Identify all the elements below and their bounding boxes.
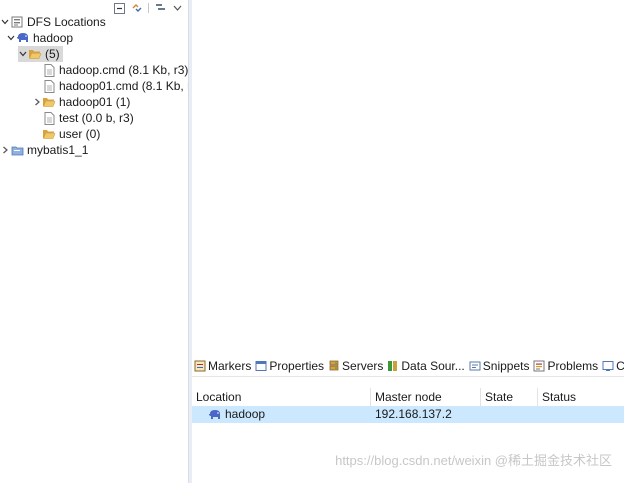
dfs-locations-view: DFS Locations hadoop (5) hadoop.cmd (8.1 Kb… xyxy=(0,0,188,483)
tree-item-label: hadoop01 (1) xyxy=(59,95,131,109)
file-icon xyxy=(42,111,56,125)
hadoop-elephant-icon xyxy=(208,409,222,421)
tree-item[interactable]: hadoop.cmd (8.1 Kb, r3) xyxy=(0,62,188,78)
view-options-button[interactable] xyxy=(154,2,167,15)
tree-item-content: (5) xyxy=(18,46,63,62)
snippets-icon xyxy=(469,360,481,372)
console-icon xyxy=(602,360,614,372)
tab-markers[interactable]: Markers xyxy=(192,356,253,376)
folder-open-icon xyxy=(42,127,56,141)
view-menu-button[interactable] xyxy=(171,2,184,15)
tree-item-content: test (0.0 b, r3) xyxy=(32,110,137,126)
link-icon xyxy=(132,4,141,12)
tree-item[interactable]: user (0) xyxy=(0,126,188,142)
chevron-right-icon[interactable] xyxy=(0,142,10,158)
tab-servers[interactable]: Servers xyxy=(326,356,385,376)
chevron-down-icon[interactable] xyxy=(6,30,16,46)
tree-item-content: hadoop01.cmd (8.1 Kb, r3) xyxy=(32,78,188,94)
tree-item-label: hadoop xyxy=(33,31,74,45)
column-header-state[interactable]: State xyxy=(481,388,538,406)
markers-icon xyxy=(194,360,206,372)
tab-label: Snippets xyxy=(482,359,530,373)
servers-icon xyxy=(328,360,340,372)
tab-label: Data Sour... xyxy=(401,359,465,373)
tree-item[interactable]: mybatis1_1 xyxy=(0,142,188,158)
chevron-right-icon[interactable] xyxy=(32,94,42,110)
dfs-tree: DFS Locations hadoop (5) hadoop.cmd (8.1 Kb… xyxy=(0,14,188,158)
tab-label: Markers xyxy=(208,359,252,373)
tab-data-sour[interactable]: Data Sour... xyxy=(385,356,466,376)
column-header-location[interactable]: Location xyxy=(192,388,371,406)
tree-item-label: test (0.0 b, r3) xyxy=(59,111,134,125)
tree-item-label: hadoop.cmd (8.1 Kb, r3) xyxy=(59,63,188,77)
tree-item-label: user (0) xyxy=(59,127,101,141)
tree-item[interactable]: DFS Locations xyxy=(0,14,188,30)
tree-item-label: hadoop01.cmd (8.1 Kb, r3) xyxy=(59,79,188,93)
tab-label: Servers xyxy=(342,359,384,373)
column-header-status[interactable]: Status xyxy=(538,388,624,406)
watermark: https://blog.csdn.net/weixin @稀土掘金技术社区 xyxy=(335,453,612,468)
link-with-editor-button[interactable] xyxy=(130,2,143,15)
tree-item[interactable]: hadoop xyxy=(0,30,188,46)
location-name: hadoop xyxy=(225,407,266,421)
tab-cons[interactable]: Cons xyxy=(600,356,624,376)
filter-icon xyxy=(155,4,165,10)
tree-item-label: DFS Locations xyxy=(27,15,106,29)
chevron-down-icon[interactable] xyxy=(0,14,10,30)
tree-item[interactable]: test (0.0 b, r3) xyxy=(0,110,188,126)
view-toolbar xyxy=(113,1,184,15)
status-cell xyxy=(538,406,624,423)
collapse-all-button[interactable] xyxy=(113,2,126,15)
problems-icon xyxy=(533,360,545,372)
file-icon xyxy=(42,79,56,93)
chevron-down-icon xyxy=(173,5,182,11)
editor-area xyxy=(192,0,624,352)
tab-problems[interactable]: Problems xyxy=(531,356,600,376)
tree-item[interactable]: hadoop01.cmd (8.1 Kb, r3) xyxy=(0,78,188,94)
data-source-icon xyxy=(387,360,399,372)
tree-item-content: mybatis1_1 xyxy=(0,142,91,158)
properties-icon xyxy=(255,360,267,372)
tree-item-content: DFS Locations xyxy=(0,14,109,30)
tab-label: Cons xyxy=(616,359,624,373)
tree-item-content: user (0) xyxy=(32,126,103,142)
dfs-locations-icon xyxy=(10,15,24,29)
folder-open-icon xyxy=(42,95,56,109)
project-icon xyxy=(10,143,24,157)
state-cell xyxy=(481,406,538,423)
file-icon xyxy=(42,63,56,77)
tree-item[interactable]: (5) xyxy=(0,46,188,62)
tree-item-label: (5) xyxy=(45,47,60,61)
toolbar-separator xyxy=(148,3,149,13)
tab-properties[interactable]: Properties xyxy=(253,356,326,376)
map-reduce-locations-header: Location Master node State Status xyxy=(192,388,624,406)
tree-item[interactable]: hadoop01 (1) xyxy=(0,94,188,110)
table-row[interactable]: hadoop 192.168.137.2 xyxy=(192,406,624,423)
tab-label: Properties xyxy=(269,359,325,373)
tab-label: Problems xyxy=(547,359,599,373)
tree-item-content: hadoop.cmd (8.1 Kb, r3) xyxy=(32,62,188,78)
location-cell: hadoop xyxy=(192,406,371,423)
tree-item-content: hadoop xyxy=(6,30,76,46)
folder-open-icon xyxy=(28,47,42,61)
panel-tab-bar: Markers Properties Servers Data Sour... Snip… xyxy=(192,356,624,377)
master-node-cell: 192.168.137.2 xyxy=(375,407,452,421)
chevron-down-icon[interactable] xyxy=(18,46,28,62)
tree-item-label: mybatis1_1 xyxy=(27,143,89,157)
tree-item-content: hadoop01 (1) xyxy=(32,94,133,110)
hadoop-elephant-icon xyxy=(16,31,30,45)
collapse-all-icon xyxy=(114,2,125,14)
column-header-master-node[interactable]: Master node xyxy=(371,388,481,406)
tab-snippets[interactable]: Snippets xyxy=(467,356,532,376)
